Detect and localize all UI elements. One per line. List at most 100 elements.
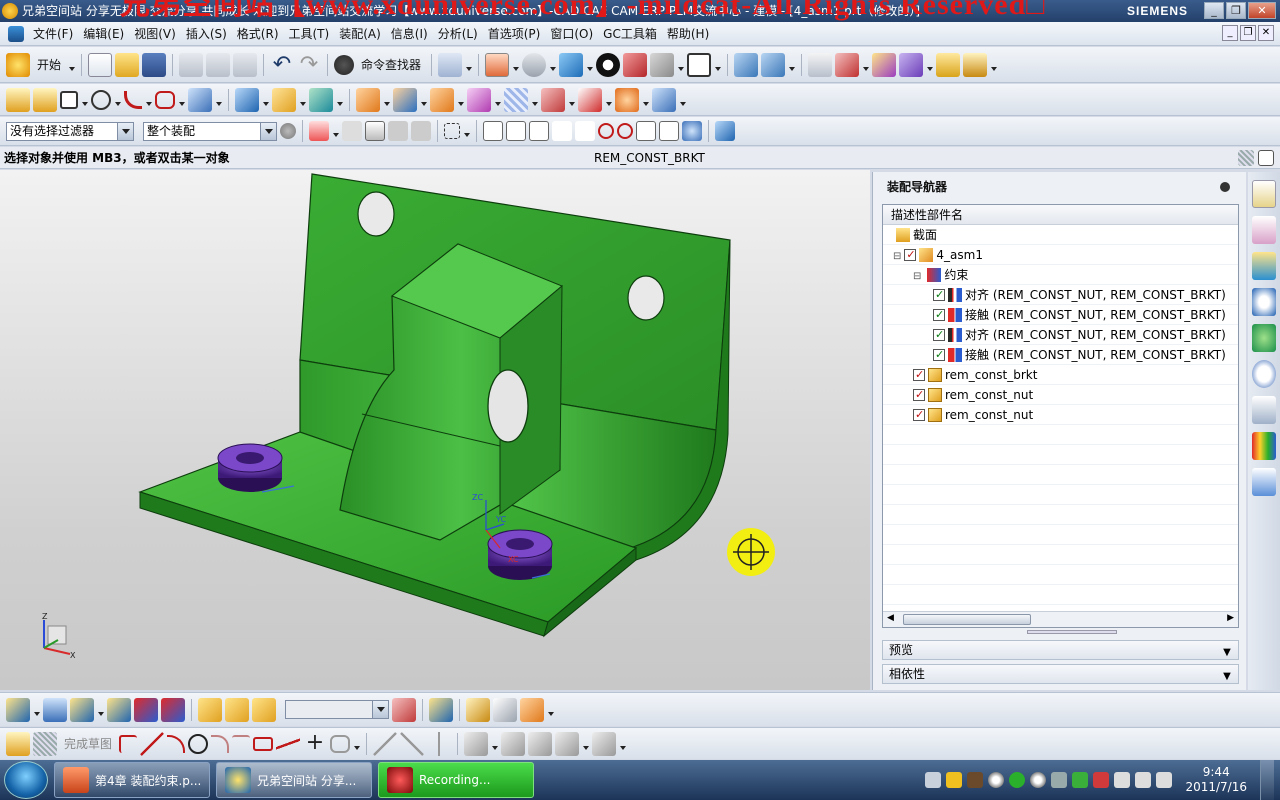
dropdown-icon[interactable] (215, 88, 222, 112)
roles-tab-icon[interactable] (1252, 432, 1276, 460)
layer-icon[interactable] (808, 52, 833, 77)
dropdown-icon[interactable] (512, 53, 520, 77)
command-finder-label[interactable]: 命令查找器 (361, 56, 421, 73)
assembly-sequence-icon[interactable] (493, 697, 517, 722)
arc-icon[interactable] (167, 734, 186, 753)
display-mode-icon[interactable] (596, 52, 621, 77)
minimize-icon[interactable]: _ (1204, 2, 1224, 19)
make-corner-icon[interactable] (427, 731, 452, 756)
snap-arc-center-icon[interactable] (575, 121, 595, 141)
scroll-left-icon[interactable]: ◀ (887, 613, 894, 623)
dropdown-icon[interactable] (353, 732, 361, 756)
line-icon[interactable] (140, 731, 165, 756)
menu-item-file[interactable]: 文件(F) (28, 25, 78, 42)
snap-on-curve-icon[interactable] (659, 121, 679, 141)
scroll-right-icon[interactable]: ▶ (1227, 613, 1234, 623)
snap-point-icon[interactable] (636, 121, 656, 141)
chevron-down-icon[interactable]: ▼ (1220, 644, 1234, 658)
fillet-icon[interactable] (211, 734, 230, 753)
taskbar-item-nx[interactable]: 兄弟空间站 分享... (216, 762, 372, 798)
selection-filter-select[interactable]: 没有选择过滤器 (6, 121, 134, 141)
show-desktop-button[interactable] (1260, 760, 1274, 800)
dropdown-icon[interactable] (586, 53, 594, 77)
undo-icon[interactable]: ↶ (270, 52, 294, 77)
menu-item-tools[interactable]: 工具(T) (284, 25, 335, 42)
navigator-row[interactable]: rem_const_nut (883, 385, 1238, 405)
doc-restore-icon[interactable]: ❐ (1240, 25, 1256, 41)
chevron-down-icon[interactable]: ▼ (1220, 668, 1234, 682)
clearance-analysis-icon[interactable] (466, 697, 490, 722)
dropdown-icon[interactable] (990, 53, 998, 77)
start-button-label[interactable]: 开始 (37, 56, 61, 73)
navigator-row[interactable]: rem_const_nut (883, 405, 1238, 425)
move-component-bottom-icon[interactable] (161, 697, 185, 722)
auto-constrain-icon[interactable] (555, 731, 580, 756)
splitter-handle[interactable] (1027, 630, 1117, 634)
clock[interactable]: 9:44 2011/7/16 (1185, 765, 1247, 795)
dropdown-icon[interactable] (33, 698, 40, 722)
paste-icon[interactable] (233, 52, 258, 77)
menu-item-edit[interactable]: 编辑(E) (78, 25, 129, 42)
collapse-icon[interactable]: ⊟ (913, 271, 921, 282)
dropdown-icon[interactable] (81, 88, 88, 112)
dropdown-icon[interactable] (547, 698, 554, 722)
cut-icon[interactable] (179, 52, 204, 77)
part-navigator-tab-icon[interactable] (1252, 252, 1276, 280)
dependencies-section[interactable]: 相依性 ▼ (882, 664, 1239, 684)
navigator-row[interactable]: 接触 (REM_CONST_NUT, REM_CONST_BRKT) (883, 305, 1238, 325)
snap-cube-icon[interactable] (715, 121, 735, 141)
dropdown-icon[interactable] (642, 88, 649, 112)
quick-trim-icon[interactable] (373, 731, 398, 756)
sketch-circle-icon[interactable] (188, 733, 209, 754)
nut-part-right[interactable] (487, 529, 553, 580)
feature-select-icon[interactable] (309, 121, 329, 141)
close-icon[interactable]: ✕ (1248, 2, 1276, 19)
shaded-cube-icon[interactable] (559, 52, 584, 77)
reference-set-select[interactable] (285, 700, 389, 719)
select-edges-icon[interactable] (411, 121, 431, 141)
sketch-in-task-icon[interactable] (33, 87, 57, 112)
navigator-tree[interactable]: 描述性部件名 截面 ⊟ 4_asm1 ⊟ 约束对齐 (REM_CONST_NUT, RE… (882, 204, 1239, 628)
usb-icon[interactable] (1114, 772, 1131, 788)
graphics-viewport[interactable]: ZC YC XC Z X (0, 170, 870, 690)
more-features-icon[interactable] (652, 87, 676, 112)
blocked-icon[interactable] (1093, 772, 1110, 788)
dropdown-icon[interactable] (145, 88, 152, 112)
dropdown-icon[interactable] (465, 53, 473, 77)
bracket-part[interactable] (138, 173, 731, 638)
dimension-icon[interactable] (501, 731, 526, 756)
status-fullscreen-icon[interactable] (1258, 150, 1274, 166)
dropdown-icon[interactable] (926, 53, 934, 77)
dropdown-icon[interactable] (605, 88, 612, 112)
add-icon[interactable] (1009, 772, 1026, 788)
rotate-view-icon[interactable] (522, 52, 547, 77)
dropdown-icon[interactable] (97, 698, 104, 722)
redo-icon[interactable]: ↷ (297, 52, 321, 77)
visibility-checkbox[interactable] (913, 385, 925, 405)
settings-icon[interactable] (280, 123, 296, 139)
taskbar-item-recording[interactable]: Recording... (378, 762, 534, 798)
open-folder-icon[interactable] (115, 52, 140, 77)
sketch-icon[interactable] (6, 87, 30, 112)
background-icon[interactable] (687, 52, 712, 77)
dropdown-icon[interactable] (788, 53, 796, 77)
qq-icon[interactable] (988, 772, 1005, 788)
sketch-bottom-icon[interactable] (6, 731, 30, 756)
menu-item-insert[interactable]: 插入(S) (181, 25, 232, 42)
offset-curve-icon[interactable] (464, 731, 489, 756)
pattern-icon[interactable] (541, 87, 565, 112)
volume-icon[interactable] (1156, 772, 1173, 788)
navigator-row[interactable]: ⊟ 4_asm1 (883, 245, 1238, 265)
menu-item-information[interactable]: 信息(I) (386, 25, 433, 42)
security-icon[interactable] (1072, 772, 1089, 788)
constraint-navigator-tab-icon[interactable] (1252, 216, 1276, 244)
dropdown-icon[interactable] (299, 88, 306, 112)
dropdown-icon[interactable] (714, 53, 722, 77)
pin-icon[interactable] (1220, 182, 1230, 192)
finish-sketch-icon[interactable] (33, 731, 57, 756)
polyline-icon[interactable] (276, 731, 301, 756)
dropdown-icon[interactable] (549, 53, 557, 77)
dropdown-icon[interactable] (463, 119, 470, 143)
component-array-icon[interactable] (225, 697, 249, 722)
find-component-icon[interactable] (43, 697, 67, 722)
